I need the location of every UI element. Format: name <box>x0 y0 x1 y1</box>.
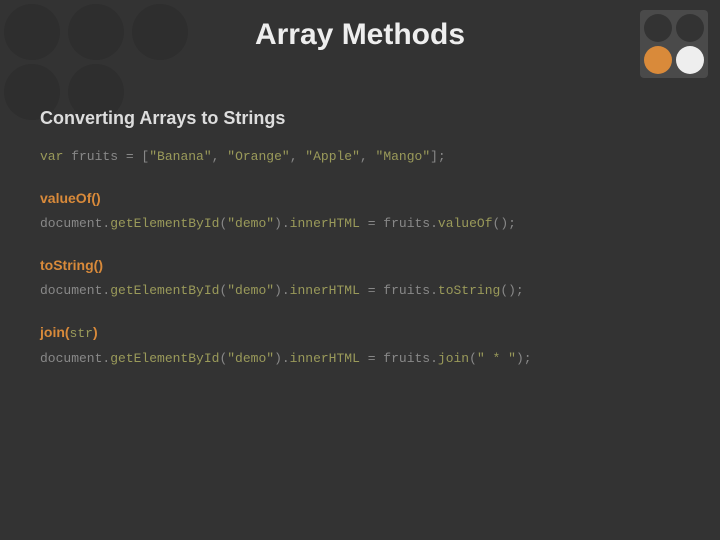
content: Converting Arrays to Strings var fruits … <box>40 108 680 392</box>
method-tostring: toString() document.getElementById("demo… <box>40 257 680 298</box>
method-title-join: join(str) <box>40 324 680 341</box>
method-title-valueof: valueOf() <box>40 190 680 206</box>
method-title-tostring: toString() <box>40 257 680 273</box>
code-tostring: document.getElementById("demo").innerHTM… <box>40 283 680 298</box>
method-valueof: valueOf() document.getElementById("demo"… <box>40 190 680 231</box>
code-join: document.getElementById("demo").innerHTM… <box>40 351 680 366</box>
code-declaration: var fruits = ["Banana", "Orange", "Apple… <box>40 149 680 164</box>
code-valueof: document.getElementById("demo").innerHTM… <box>40 216 680 231</box>
page-title: Array Methods <box>0 18 720 52</box>
section-heading: Converting Arrays to Strings <box>40 108 680 129</box>
method-join: join(str) document.getElementById("demo"… <box>40 324 680 366</box>
